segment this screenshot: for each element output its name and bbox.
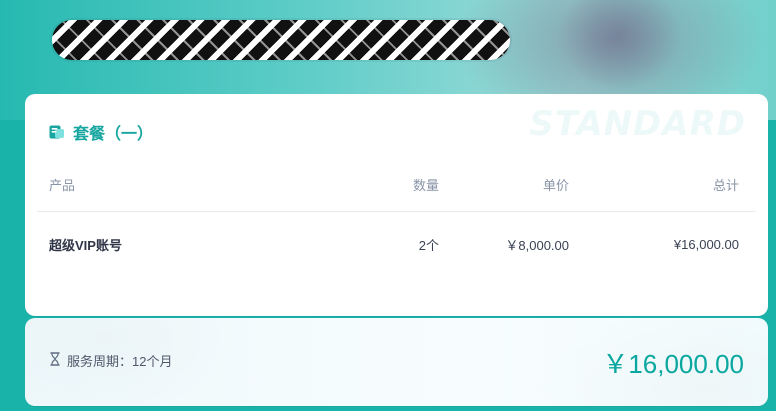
plan-title-text: 套餐（一） xyxy=(73,126,154,143)
product-total: ¥16,000.00 xyxy=(673,236,739,252)
plan-card: STANDARD 套餐（一） 产品 数量 单价 总计 超级VIP账号 2个 ￥8… xyxy=(25,94,768,316)
summary-bar: 服务周期：12个月 ￥16,000.00 xyxy=(25,318,768,406)
product-unit-price: ￥8,000.00 xyxy=(505,237,569,253)
table-header: 产品 数量 单价 总计 xyxy=(37,170,756,198)
header-total: 总计 xyxy=(712,177,739,193)
plan-watermark: STANDARD xyxy=(529,104,746,144)
header-product: 产品 xyxy=(49,177,76,193)
plan-icon xyxy=(49,125,65,139)
product-quantity: 2个 xyxy=(418,237,439,253)
service-period-text: 服务周期：12个月 xyxy=(67,354,173,369)
service-period: 服务周期：12个月 xyxy=(49,351,172,370)
product-name: 超级VIP账号 xyxy=(49,237,122,253)
total-amount: ￥16,000.00 xyxy=(602,349,744,379)
table-row: 超级VIP账号 2个 ￥8,000.00 ¥16,000.00 xyxy=(37,230,756,258)
hero-glow xyxy=(560,0,690,95)
header-quantity: 数量 xyxy=(412,177,439,193)
header-divider xyxy=(37,211,756,212)
header-unit-price: 单价 xyxy=(542,177,569,193)
hourglass-icon xyxy=(49,352,61,369)
redacted-title xyxy=(52,20,510,60)
plan-title: 套餐（一） xyxy=(49,120,153,144)
